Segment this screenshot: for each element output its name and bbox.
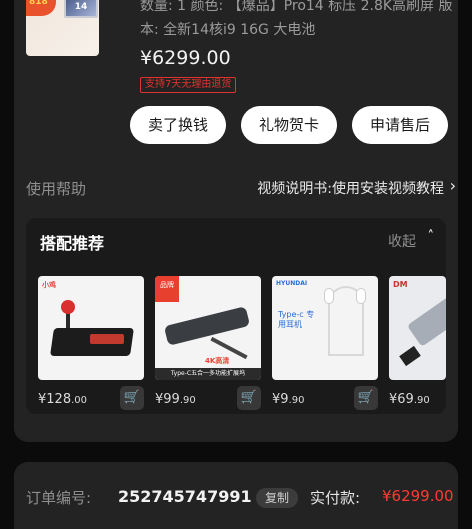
chevron-up-icon[interactable]: ˄ xyxy=(428,229,435,244)
video-manual-link[interactable]: 视频说明书:使用安装视频教程 xyxy=(257,178,444,198)
buttons-panel xyxy=(90,334,124,344)
refund-policy-tag: 支持7天无理由退货 xyxy=(140,77,237,93)
add-to-cart-icon[interactable]: 🛒 xyxy=(354,386,378,410)
product-card-joystick[interactable]: 小鸡 xyxy=(38,276,144,380)
add-to-cart-icon[interactable]: 🛒 xyxy=(237,386,261,410)
product-price: ¥6299.00 xyxy=(140,47,231,69)
product-price-usb-hub: ¥99.90 xyxy=(155,392,196,407)
help-label: 使用帮助 xyxy=(26,180,87,198)
paid-amount-label: 实付款: xyxy=(310,489,361,507)
hub-tag: 4K高清 xyxy=(205,357,230,365)
brand-logo: 小鸡 xyxy=(42,281,56,289)
joystick-ball-icon xyxy=(61,300,75,314)
adapter-plug xyxy=(399,345,421,367)
product-spec: 数量: 1 颜色: 【爆品】Pro14 标压 2.8K高刷屏 版本: 全新14核… xyxy=(140,0,453,38)
copy-button[interactable]: 复制 xyxy=(256,488,298,508)
add-to-cart-icon[interactable]: 🛒 xyxy=(120,386,144,410)
product-card-earphones[interactable]: HYUNDAI Type-c 专用耳机 xyxy=(272,276,378,380)
promo-badge: 818 xyxy=(26,0,56,16)
product-card-partial[interactable]: DM xyxy=(389,276,446,380)
recommendation-panel: 搭配推荐 收起 ˄ 小鸡 ¥128.00 🛒 品牌 4K高清 Type-C五合一… xyxy=(26,218,446,414)
sell-button[interactable]: 卖了换钱 xyxy=(130,106,226,144)
collapse-button[interactable]: 收起 xyxy=(388,231,416,251)
laptop-image: 14 xyxy=(64,0,98,18)
product-thumbnail[interactable]: 818 14 xyxy=(26,0,99,56)
order-number: 252745747991 xyxy=(118,487,252,506)
product-price-earphones: ¥9.90 xyxy=(272,392,305,407)
product-price-partial: ¥69.90 xyxy=(389,392,430,407)
order-number-label: 订单编号: xyxy=(26,489,92,507)
gift-card-button[interactable]: 礼物贺卡 xyxy=(241,106,337,144)
paid-amount: ¥6299.00 xyxy=(382,487,454,505)
recommendation-title: 搭配推荐 xyxy=(40,234,105,253)
hub-body xyxy=(163,306,251,346)
earbud-right-icon xyxy=(356,288,366,304)
earphone-caption: Type-c 专用耳机 xyxy=(278,310,315,329)
earbud-left-icon xyxy=(324,288,334,304)
hub-caption: Type-C五合一多功能扩展坞 xyxy=(155,368,261,380)
product-price-joystick: ¥128.00 xyxy=(38,392,87,407)
brand-logo: HYUNDAI xyxy=(276,280,308,287)
brand-logo: DM xyxy=(393,280,408,289)
brand-tag: 品牌 xyxy=(155,276,179,302)
adapter-body xyxy=(406,291,446,347)
product-card-usb-hub[interactable]: 品牌 4K高清 Type-C五合一多功能扩展坞 xyxy=(155,276,261,380)
after-sales-button[interactable]: 申请售后 xyxy=(352,106,448,144)
chevron-right-icon[interactable]: › xyxy=(450,176,456,195)
